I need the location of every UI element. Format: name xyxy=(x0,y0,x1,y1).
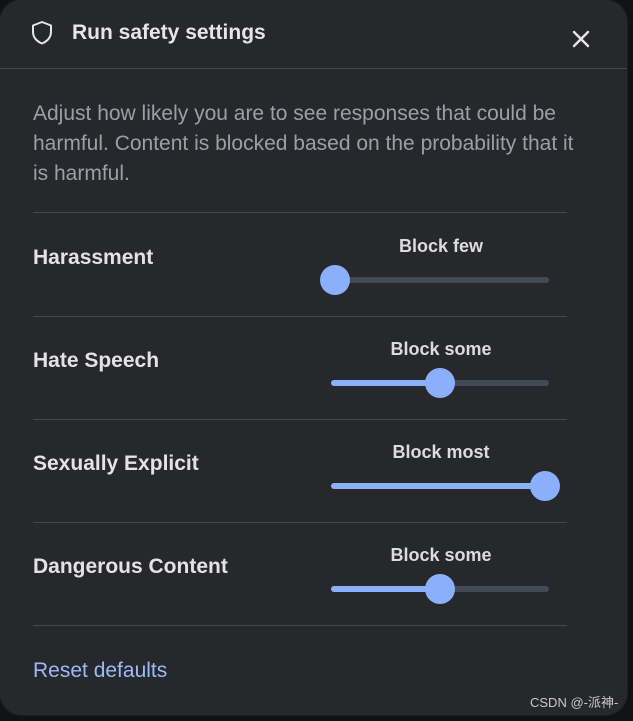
setting-level-label: Block most xyxy=(392,442,490,462)
setting-label: Hate Speech xyxy=(33,349,160,372)
harassment-slider[interactable] xyxy=(320,265,549,295)
slider-fill xyxy=(331,483,545,489)
divider xyxy=(33,625,567,626)
sexually-explicit-slider[interactable] xyxy=(331,471,560,501)
setting-row-harassment: Harassment Block few xyxy=(33,213,567,316)
setting-level-label: Block some xyxy=(390,545,492,565)
dangerous-content-slider[interactable] xyxy=(331,574,549,604)
watermark: CSDN @-派神- xyxy=(530,695,619,710)
setting-label: Dangerous Content xyxy=(33,555,228,578)
setting-row-sexually-explicit: Sexually Explicit Block most xyxy=(33,419,567,522)
setting-row-dangerous-content: Dangerous Content Block some xyxy=(33,522,567,625)
setting-level-label: Block few xyxy=(398,236,484,256)
slider-thumb[interactable] xyxy=(425,368,455,398)
dialog-header: Run safety settings xyxy=(0,0,627,69)
shield-icon xyxy=(32,21,52,45)
slider-thumb[interactable] xyxy=(425,574,455,604)
slider-thumb[interactable] xyxy=(320,265,350,295)
slider-track xyxy=(331,277,549,283)
reset-defaults-link[interactable]: Reset defaults xyxy=(33,658,167,684)
setting-row-hate-speech: Hate Speech Block some xyxy=(33,316,567,419)
slider-thumb[interactable] xyxy=(530,471,560,501)
setting-label: Sexually Explicit xyxy=(33,452,199,475)
slider-fill xyxy=(331,586,440,592)
safety-settings-dialog: Run safety settings Adjust how likely yo… xyxy=(0,0,627,715)
setting-label: Harassment xyxy=(33,246,154,269)
dialog-description: Adjust how likely you are to see respons… xyxy=(33,102,574,185)
slider-fill xyxy=(331,380,440,386)
hate-speech-slider[interactable] xyxy=(331,368,549,398)
dialog-title: Run safety settings xyxy=(72,21,266,44)
close-icon[interactable] xyxy=(566,24,596,54)
setting-level-label: Block some xyxy=(390,339,492,359)
